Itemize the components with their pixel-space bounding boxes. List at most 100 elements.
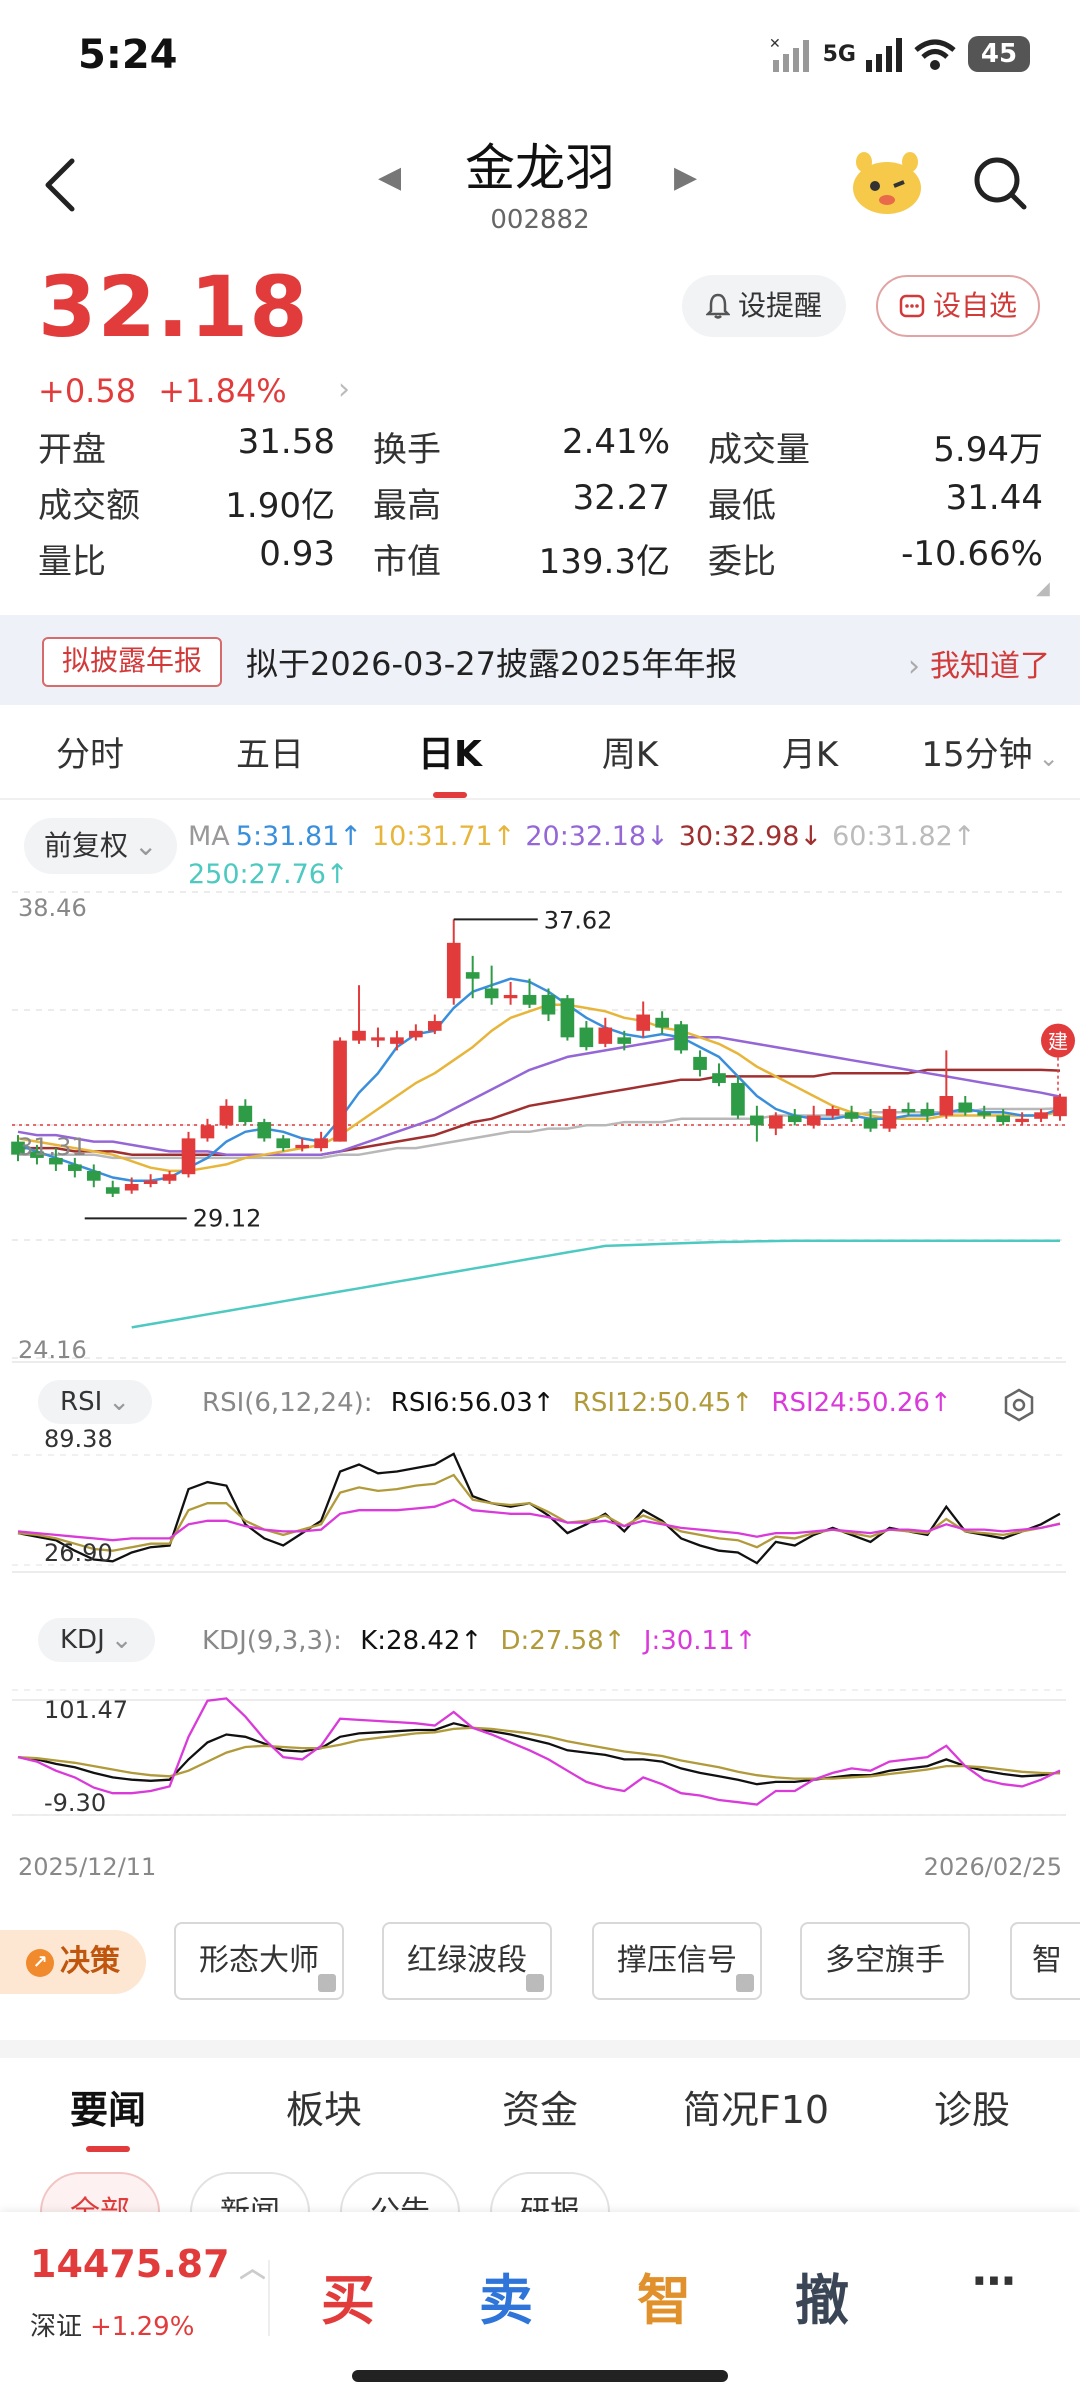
lock-icon — [736, 1974, 754, 1992]
candle — [560, 998, 575, 1038]
tab-funds[interactable]: 资金 — [432, 2060, 648, 2160]
candle — [484, 988, 499, 999]
news-subtabs: 全部 新闻 公告 研报 — [40, 2172, 610, 2212]
tool-support-resistance[interactable]: 撑压信号 — [592, 1922, 762, 2000]
set-alert-label: 设提醒 — [737, 289, 822, 322]
more-icon[interactable]: ⋯ — [924, 2256, 1064, 2307]
candle — [276, 1138, 291, 1149]
tab-intraday[interactable]: 分时 — [0, 720, 180, 798]
candle — [541, 994, 556, 1015]
chevron-down-icon: ⌄ — [134, 829, 158, 862]
change-value: +0.58 — [38, 372, 137, 410]
quote-stats: 开盘 31.58 换手 2.41% 成交量 5.94万 成交额 1.90亿 最高 32.2… — [38, 418, 1043, 586]
decision-badge[interactable]: ↗ 决策 — [0, 1930, 146, 1994]
subtab-research[interactable]: 研报 — [490, 2172, 610, 2212]
stat-volume: 成交量 5.94万 — [708, 429, 1043, 470]
smart-trade-button[interactable]: 智 — [594, 2256, 734, 2335]
ma10-value: 10:31.71↑ — [371, 821, 516, 852]
settings-icon[interactable] — [1002, 1388, 1036, 1422]
add-watchlist-button[interactable]: 设自选 — [876, 275, 1040, 337]
candle — [295, 1144, 310, 1149]
strategy-tools: ↗决策 形态大师 红绿波段 撑压信号 多空旗手 智能 — [0, 1922, 1080, 2010]
candle — [806, 1115, 821, 1126]
tab-diagnosis[interactable]: 诊股 — [864, 2060, 1080, 2160]
candle — [105, 1187, 120, 1194]
candle — [503, 994, 518, 999]
candle — [143, 1180, 158, 1184]
sell-button[interactable]: 卖 — [436, 2256, 576, 2335]
ma30-value: 30:32.98↓ — [678, 821, 823, 852]
candle — [446, 942, 461, 999]
tab-weekly-k[interactable]: 周K — [540, 720, 720, 798]
candle — [181, 1138, 196, 1175]
candle — [787, 1115, 802, 1123]
candle — [731, 1082, 745, 1116]
tool-bull-bear-flag[interactable]: 多空旗手 — [800, 1922, 970, 2000]
buy-button[interactable]: 买 — [278, 2256, 418, 2335]
chevron-right-icon[interactable]: › — [338, 372, 350, 407]
expand-corner-icon[interactable]: ◢ — [1036, 578, 1050, 599]
candle — [219, 1105, 234, 1126]
candle — [674, 1024, 688, 1051]
candle — [617, 1037, 632, 1044]
tab-monthly-k[interactable]: 月K — [720, 720, 900, 798]
tab-15min[interactable]: 15分钟 ⌄ — [900, 720, 1080, 798]
index-value[interactable]: 14475.87 ︿ — [30, 2242, 266, 2286]
ma20-line — [17, 1036, 1061, 1156]
mascot-icon[interactable] — [850, 150, 924, 216]
candle — [162, 1174, 177, 1181]
tool-pattern-master[interactable]: 形态大师 — [174, 1922, 344, 2000]
tab-daily-k[interactable]: 日K — [360, 720, 540, 798]
stat-market-cap: 市值 139.3亿 — [373, 541, 670, 582]
index-name: 深证 +1.29% — [30, 2312, 195, 2342]
stat-open: 开盘 31.58 — [38, 421, 335, 470]
divider — [0, 798, 1080, 800]
notice-dismiss-button[interactable]: › 我知道了 — [908, 641, 1050, 685]
candle — [1015, 1118, 1029, 1123]
rsi-line-rsi12 — [17, 1473, 1061, 1552]
tab-sector[interactable]: 板块 — [216, 2060, 432, 2160]
stat-high: 最高 32.27 — [373, 477, 670, 526]
rsi-indicator-dropdown[interactable]: RSI ⌄ — [38, 1380, 153, 1424]
y-axis-top-label: 38.46 — [18, 894, 87, 922]
price-adjust-dropdown[interactable]: 前复权 ⌄ — [24, 818, 178, 874]
build-badge-label: 建 — [1048, 1030, 1068, 1054]
candle — [844, 1112, 859, 1119]
price-change: +0.58 +1.84% — [38, 372, 287, 410]
kdj-top-label: 101.47 — [44, 1696, 128, 1724]
chevron-down-icon: ⌄ — [108, 1387, 131, 1417]
cancel-order-button[interactable]: 撤 — [752, 2256, 892, 2335]
battery-icon: 45 — [968, 36, 1030, 72]
ma20-value: 20:32.18↓ — [525, 821, 669, 852]
candle — [409, 1030, 423, 1038]
signal-off-icon: ✕ — [769, 36, 809, 72]
search-icon[interactable] — [972, 155, 1028, 211]
stats-row: 开盘 31.58 换手 2.41% 成交量 5.94万 — [38, 418, 1043, 474]
lock-icon — [318, 1974, 336, 1992]
tool-red-green-band[interactable]: 红绿波段 — [382, 1922, 552, 2000]
kline-chart[interactable]: 37.62 29.12 建 89.38 26.90 101.47 -9.30 38.46… — [0, 880, 1080, 1890]
candle — [977, 1112, 992, 1116]
notice-tag: 拟披露年报 — [42, 637, 223, 687]
kdj-indicator-dropdown[interactable]: KDJ ⌄ — [38, 1618, 155, 1662]
reference-price-label: 31.31 — [18, 1133, 87, 1161]
set-alert-button[interactable]: 设提醒 — [682, 275, 846, 337]
change-percent: +1.84% — [158, 372, 287, 410]
candle — [636, 1014, 651, 1031]
tab-five-day[interactable]: 五日 — [180, 720, 360, 798]
stat-low: 最低 31.44 — [708, 477, 1043, 526]
subtab-all[interactable]: 全部 — [40, 2172, 160, 2212]
candle — [371, 1037, 385, 1041]
tab-headlines[interactable]: 要闻 — [0, 2060, 216, 2160]
chevron-down-icon: ⌄ — [110, 1625, 133, 1655]
notice-text: 拟于2026-03-27披露2025年年报 — [246, 645, 738, 683]
tool-smart[interactable]: 智能 — [1010, 1922, 1080, 2000]
rsi-line-rsi24 — [17, 1498, 1061, 1542]
tab-f10[interactable]: 简况F10 — [648, 2060, 864, 2160]
subtab-announcements[interactable]: 公告 — [340, 2172, 460, 2212]
home-indicator[interactable] — [352, 2370, 728, 2382]
candle — [352, 1030, 366, 1041]
rsi-top-label: 89.38 — [44, 1425, 113, 1453]
subtab-news[interactable]: 新闻 — [190, 2172, 310, 2212]
candle — [200, 1125, 215, 1139]
